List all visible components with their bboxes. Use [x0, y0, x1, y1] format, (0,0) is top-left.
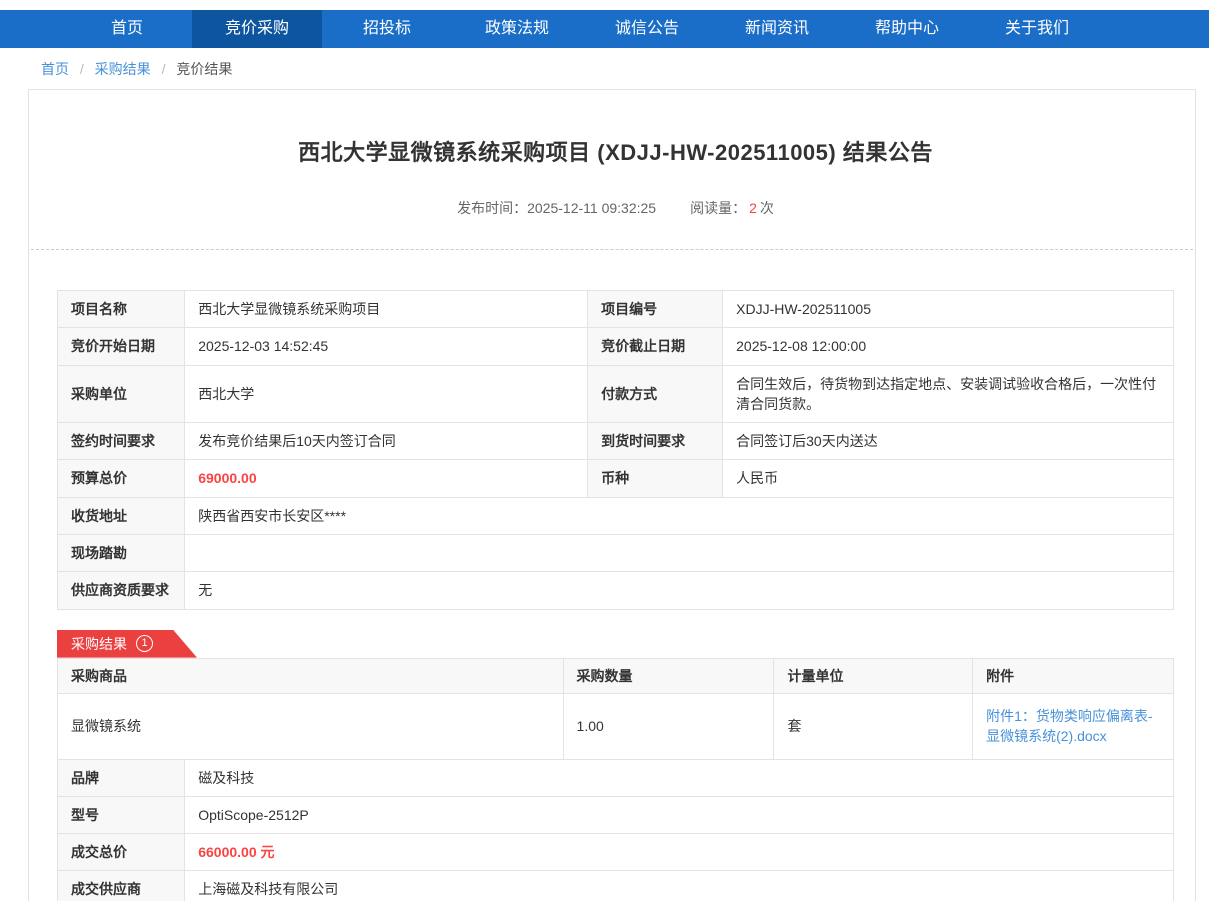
procurement-result-label: 采购结果	[71, 635, 127, 652]
table-row: 竞价开始日期 2025-12-03 14:52:45 竞价截止日期 2025-1…	[56, 327, 1174, 366]
table-row: 预算总价 69000.00 币种 人民币	[56, 459, 1174, 498]
table-row: 成交总价 66000.00 元	[56, 833, 1174, 872]
views-count: 2	[749, 200, 757, 216]
nav-item-policies[interactable]: 政策法规	[452, 10, 582, 48]
field-value: 2025-12-08 12:00:00	[722, 327, 1174, 366]
nav-item-about-us[interactable]: 关于我们	[972, 10, 1102, 48]
field-label: 成交总价	[56, 833, 186, 872]
nav-item-home[interactable]: 首页	[62, 10, 192, 48]
top-strip	[0, 0, 1209, 10]
table-row: 采购单位 西北大学 付款方式 合同生效后，待货物到达指定地点、安装调试验收合格后…	[56, 364, 1174, 424]
field-value: 合同生效后，待货物到达指定地点、安装调试验收合格后，一次性付清合同货款。	[722, 364, 1174, 424]
budget-total-price: 69000.00	[184, 459, 589, 498]
project-info-table: 项目名称 西北大学显微镜系统采购项目 项目编号 XDJJ-HW-20251100…	[56, 289, 1174, 610]
dashed-divider	[31, 249, 1193, 250]
field-value: 磁及科技	[184, 758, 1174, 797]
breadcrumb: 首页 / 采购结果 / 竞价结果	[0, 48, 1209, 89]
product-unit: 套	[773, 692, 974, 760]
views-unit: 次	[759, 200, 774, 216]
field-label: 到货时间要求	[587, 422, 724, 461]
article-meta: 发布时间：2025-12-11 09:32:25 阅读量： 2 次	[57, 198, 1174, 218]
views-label: 阅读量：	[690, 200, 747, 216]
content-card: 西北大学显微镜系统采购项目 (XDJJ-HW-202511005) 结果公告 发…	[28, 89, 1196, 901]
table-row: 签约时间要求 发布竞价结果后10天内签订合同 到货时间要求 合同签订后30天内送…	[56, 422, 1174, 461]
table-row: 成交供应商 上海磁及科技有限公司	[56, 870, 1174, 901]
breadcrumb-separator: /	[79, 61, 84, 77]
field-value	[184, 534, 1174, 573]
breadcrumb-separator: /	[161, 61, 166, 77]
attachment-link[interactable]: 附件1：货物类响应偏离表-显微镜系统(2).docx	[986, 706, 1160, 747]
column-header-product: 采购商品	[57, 657, 564, 694]
procurement-result-table: 采购商品 采购数量 计量单位 附件 显微镜系统 1.00 套 附件1：货物类响应…	[57, 657, 1174, 760]
field-label: 品牌	[56, 758, 186, 797]
field-value: 人民币	[722, 459, 1174, 498]
field-value: 合同签订后30天内送达	[722, 422, 1174, 461]
field-label: 竞价开始日期	[56, 327, 186, 366]
field-label: 项目编号	[587, 289, 724, 329]
field-value: 西北大学显微镜系统采购项目	[184, 289, 589, 329]
nav-item-tendering[interactable]: 招投标	[322, 10, 452, 48]
field-label: 成交供应商	[56, 870, 186, 901]
field-value: 无	[184, 571, 1174, 610]
table-row: 显微镜系统 1.00 套 附件1：货物类响应偏离表-显微镜系统(2).docx	[57, 692, 1174, 760]
field-value: 发布竞价结果后10天内签订合同	[184, 422, 589, 461]
product-quantity: 1.00	[562, 692, 775, 760]
field-label: 签约时间要求	[56, 422, 186, 461]
table-row: 型号 OptiScope-2512P	[56, 795, 1174, 835]
field-label: 付款方式	[587, 364, 724, 424]
procurement-result-tag: 采购结果 1	[57, 630, 197, 658]
field-label: 供应商资质要求	[56, 571, 186, 610]
breadcrumb-home[interactable]: 首页	[41, 61, 69, 77]
publish-time-value: 2025-12-11 09:32:25	[527, 200, 657, 216]
field-value: 2025-12-03 14:52:45	[184, 327, 589, 366]
main-nav: 首页 竞价采购 招投标 政策法规 诚信公告 新闻资讯 帮助中心 关于我们	[0, 10, 1209, 48]
result-count-badge: 1	[136, 635, 153, 652]
field-value: XDJJ-HW-202511005	[722, 289, 1174, 329]
field-label: 型号	[56, 795, 186, 835]
nav-item-bidding-procurement[interactable]: 竞价采购	[192, 10, 322, 48]
award-detail-table: 品牌 磁及科技 型号 OptiScope-2512P 成交总价 66000.00…	[56, 758, 1174, 901]
nav-item-news[interactable]: 新闻资讯	[712, 10, 842, 48]
field-label: 币种	[587, 459, 724, 498]
breadcrumb-procurement-results[interactable]: 采购结果	[95, 61, 151, 77]
field-value: 陕西省西安市长安区****	[184, 496, 1174, 536]
page-title: 西北大学显微镜系统采购项目 (XDJJ-HW-202511005) 结果公告	[298, 140, 933, 165]
table-header-row: 采购商品 采购数量 计量单位 附件	[57, 657, 1174, 694]
nav-item-help-center[interactable]: 帮助中心	[842, 10, 972, 48]
field-value: 西北大学	[184, 364, 589, 424]
field-label: 竞价截止日期	[587, 327, 724, 366]
field-label: 项目名称	[56, 289, 186, 329]
product-name: 显微镜系统	[57, 692, 564, 760]
table-row: 品牌 磁及科技	[56, 758, 1174, 797]
field-value: OptiScope-2512P	[184, 795, 1174, 835]
field-label: 采购单位	[56, 364, 186, 424]
field-label: 现场踏勘	[56, 534, 186, 573]
nav-item-integrity-notices[interactable]: 诚信公告	[582, 10, 712, 48]
column-header-unit: 计量单位	[773, 657, 974, 694]
table-row: 项目名称 西北大学显微镜系统采购项目 项目编号 XDJJ-HW-20251100…	[56, 289, 1174, 329]
publish-time-label: 发布时间：	[457, 200, 528, 216]
table-row: 现场踏勘	[56, 534, 1174, 573]
award-total-price: 66000.00 元	[184, 833, 1174, 872]
column-header-quantity: 采购数量	[562, 657, 775, 694]
breadcrumb-current: 竞价结果	[176, 61, 233, 77]
column-header-attachment: 附件	[972, 657, 1174, 694]
table-row: 收货地址 陕西省西安市长安区****	[56, 496, 1174, 536]
field-label: 收货地址	[56, 496, 186, 536]
field-value: 上海磁及科技有限公司	[184, 870, 1174, 901]
table-row: 供应商资质要求 无	[56, 571, 1174, 610]
field-label: 预算总价	[56, 459, 186, 498]
